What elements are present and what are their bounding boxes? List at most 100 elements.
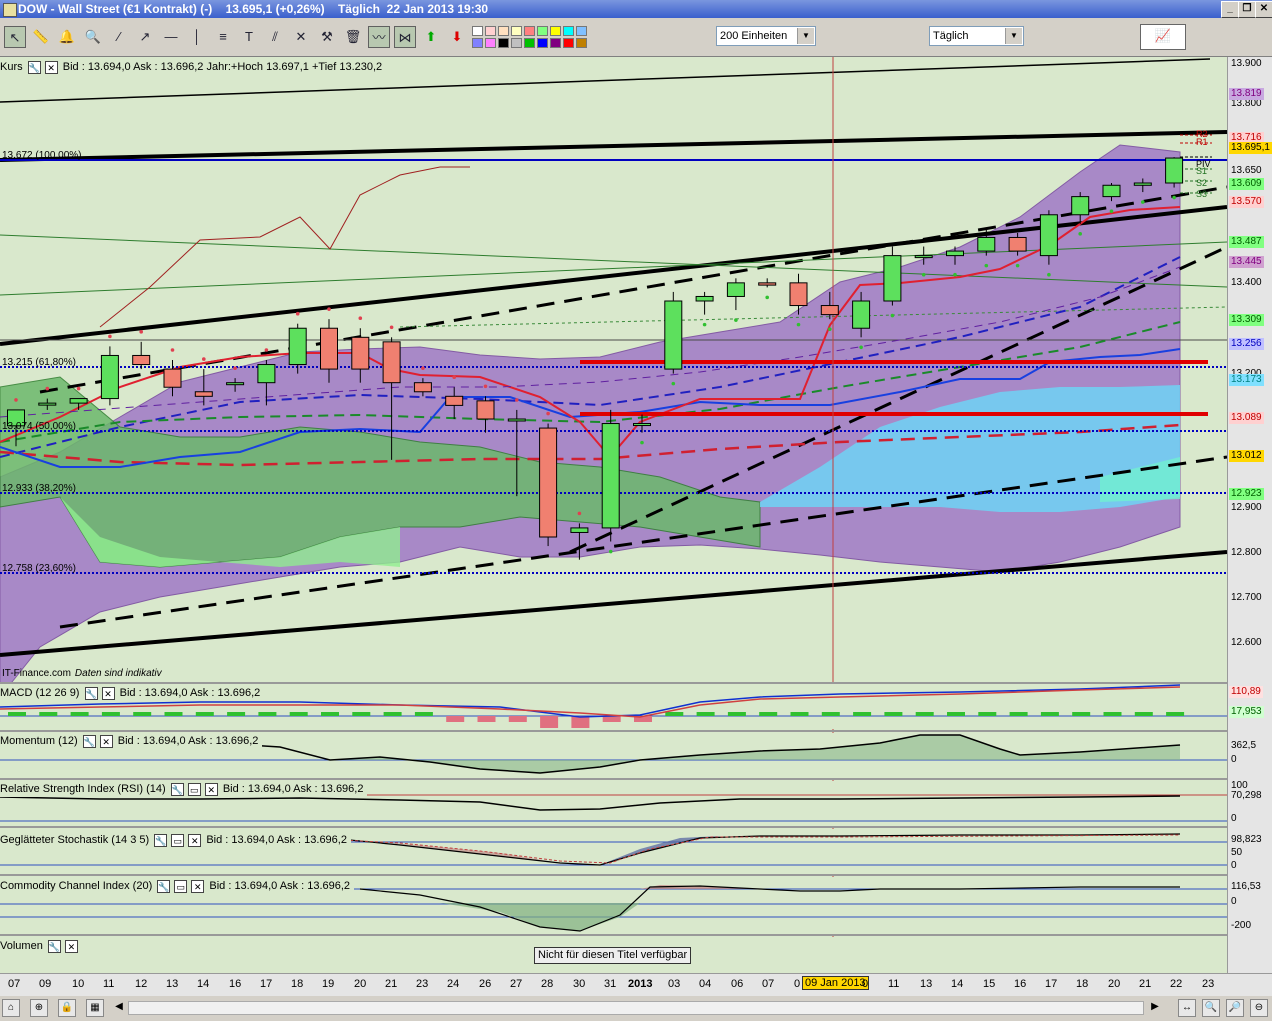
trendline-icon[interactable]: ⁄ — [108, 26, 130, 48]
candle-body — [946, 250, 964, 257]
color-swatch[interactable] — [563, 26, 574, 36]
wrench-icon[interactable]: 🔧 — [82, 734, 96, 748]
wrench-icon[interactable]: 🔧 — [84, 686, 98, 700]
color-swatch[interactable] — [537, 38, 548, 48]
date-label: 26 — [479, 978, 492, 990]
price-level-box: 12.923 — [1229, 488, 1264, 500]
pattern-icon[interactable]: ⋈ — [394, 26, 416, 48]
zoom-reset-icon[interactable]: ⊖ — [1250, 999, 1268, 1017]
restore-button[interactable]: ❐ — [1238, 1, 1256, 18]
rsi-header: Relative Strength Index (RSI) (14) 🔧 ▭ ✕ B… — [0, 781, 368, 797]
ray-icon[interactable]: ↗ — [134, 26, 156, 48]
candle-body — [789, 282, 808, 307]
close-icon[interactable]: ✕ — [101, 686, 115, 700]
zoom-in-icon[interactable]: 🔍 — [1202, 999, 1220, 1017]
window-icon[interactable]: ▭ — [187, 782, 201, 796]
alarm-icon[interactable]: 🔔 — [56, 26, 78, 48]
date-label: 11 — [103, 978, 115, 990]
color-swatch[interactable] — [498, 38, 509, 48]
color-swatch[interactable] — [576, 26, 587, 36]
scroll-right-icon[interactable]: ▶ — [1146, 999, 1164, 1017]
horizontal-line-icon[interactable]: — — [160, 26, 182, 48]
wrench-icon[interactable]: 🔧 — [47, 939, 61, 953]
color-swatch[interactable] — [472, 38, 483, 48]
color-swatch[interactable] — [550, 38, 561, 48]
wrench-icon[interactable]: 🔧 — [170, 782, 184, 796]
text-icon[interactable]: T — [238, 26, 260, 48]
color-swatch[interactable] — [524, 26, 535, 36]
color-swatch[interactable] — [576, 38, 587, 48]
home-icon[interactable]: ⌂ — [2, 999, 20, 1017]
macd-histogram-bar — [1072, 712, 1091, 716]
color-swatch[interactable] — [511, 26, 522, 36]
price-level-box: 13.089 — [1229, 412, 1264, 424]
color-swatch[interactable] — [563, 38, 574, 48]
vertical-line-icon[interactable]: │ — [186, 26, 208, 48]
wrench-icon[interactable]: 🔧 — [27, 60, 41, 74]
delete-icon[interactable]: 🗑 — [342, 26, 364, 48]
chevron-down-icon[interactable]: ▼ — [797, 28, 814, 44]
parallel-channel-icon[interactable]: ⫽ — [264, 26, 286, 48]
period-combo[interactable]: Täglich ▼ — [929, 26, 1024, 46]
chart-type-icon[interactable]: 〰 — [368, 26, 390, 48]
stoch-label: Geglätteter Stochastik (14 3 5) — [0, 834, 150, 846]
price-level-box: 13.256 — [1229, 338, 1264, 350]
color-swatch[interactable] — [537, 26, 548, 36]
close-icon[interactable]: ✕ — [188, 833, 202, 847]
date-label: 14 — [951, 978, 964, 990]
color-swatch[interactable] — [485, 38, 496, 48]
tools-icon[interactable]: ⚒ — [316, 26, 338, 48]
color-swatch[interactable] — [524, 38, 535, 48]
macd-histogram-bar — [321, 712, 339, 716]
stoch-zero: 0 — [1231, 860, 1237, 871]
pattern-draw-icon[interactable]: ✕ — [290, 26, 312, 48]
wrench-icon[interactable]: 🔧 — [154, 833, 168, 847]
lock-icon[interactable]: 🔒 — [58, 999, 76, 1017]
candle-body — [194, 391, 213, 397]
candle-body — [320, 327, 338, 370]
color-swatch[interactable] — [472, 26, 483, 36]
zoom-out-icon[interactable]: 🔎 — [1226, 999, 1244, 1017]
candle-body — [977, 236, 996, 252]
window-icon[interactable]: ▭ — [174, 879, 188, 893]
sar-dot — [671, 381, 676, 386]
color-swatch[interactable] — [498, 26, 509, 36]
sar-dot — [233, 366, 237, 370]
zoom-icon[interactable]: 🔍 — [82, 26, 104, 48]
window-icon[interactable]: ▭ — [171, 833, 185, 847]
close-icon[interactable]: ✕ — [191, 879, 205, 893]
color-swatch[interactable] — [485, 26, 496, 36]
candle-body — [664, 300, 683, 370]
sell-arrow-icon[interactable]: ⬇ — [446, 26, 468, 48]
minimize-button[interactable]: _ — [1221, 1, 1239, 18]
chevron-down-icon[interactable]: ▼ — [1005, 28, 1022, 44]
cursor-icon[interactable]: ↖ — [4, 26, 26, 48]
date-label: 22 — [1170, 978, 1183, 990]
units-combo[interactable]: 200 Einheiten ▼ — [716, 26, 816, 46]
candle-body — [883, 255, 902, 302]
wrench-icon[interactable]: 🔧 — [157, 879, 171, 893]
sar-dot — [358, 316, 363, 321]
close-icon[interactable]: ✕ — [44, 60, 58, 74]
close-button[interactable]: ✕ — [1255, 1, 1272, 18]
macd-histogram-bar — [227, 712, 246, 716]
buy-arrow-icon[interactable]: ⬆ — [420, 26, 442, 48]
macd-histogram-bar — [1009, 712, 1028, 716]
scroll-left-icon[interactable]: ◀ — [110, 999, 128, 1017]
fibonacci-icon[interactable]: ≡ — [212, 26, 234, 48]
calendar-icon[interactable]: ▦ — [86, 999, 104, 1017]
rsi-value: 70,298 — [1231, 790, 1262, 801]
color-swatch[interactable] — [550, 26, 561, 36]
sar-dot — [483, 384, 488, 389]
color-swatch[interactable] — [511, 38, 522, 48]
ruler-icon[interactable]: 📏 — [30, 26, 52, 48]
fit-icon[interactable]: ↔ — [1178, 999, 1196, 1017]
horizontal-scrollbar[interactable] — [128, 1001, 1144, 1015]
crosshair-icon[interactable]: ⊕ — [30, 999, 48, 1017]
close-icon[interactable]: ✕ — [99, 734, 113, 748]
close-icon[interactable]: ✕ — [64, 939, 78, 953]
color-palette[interactable] — [470, 24, 628, 50]
window-title: DOW - Wall Street (€1 Kontrakt) (-) 13.6… — [18, 2, 489, 16]
chart-wizard-icon[interactable]: 📈 — [1140, 24, 1186, 50]
close-icon[interactable]: ✕ — [204, 782, 218, 796]
